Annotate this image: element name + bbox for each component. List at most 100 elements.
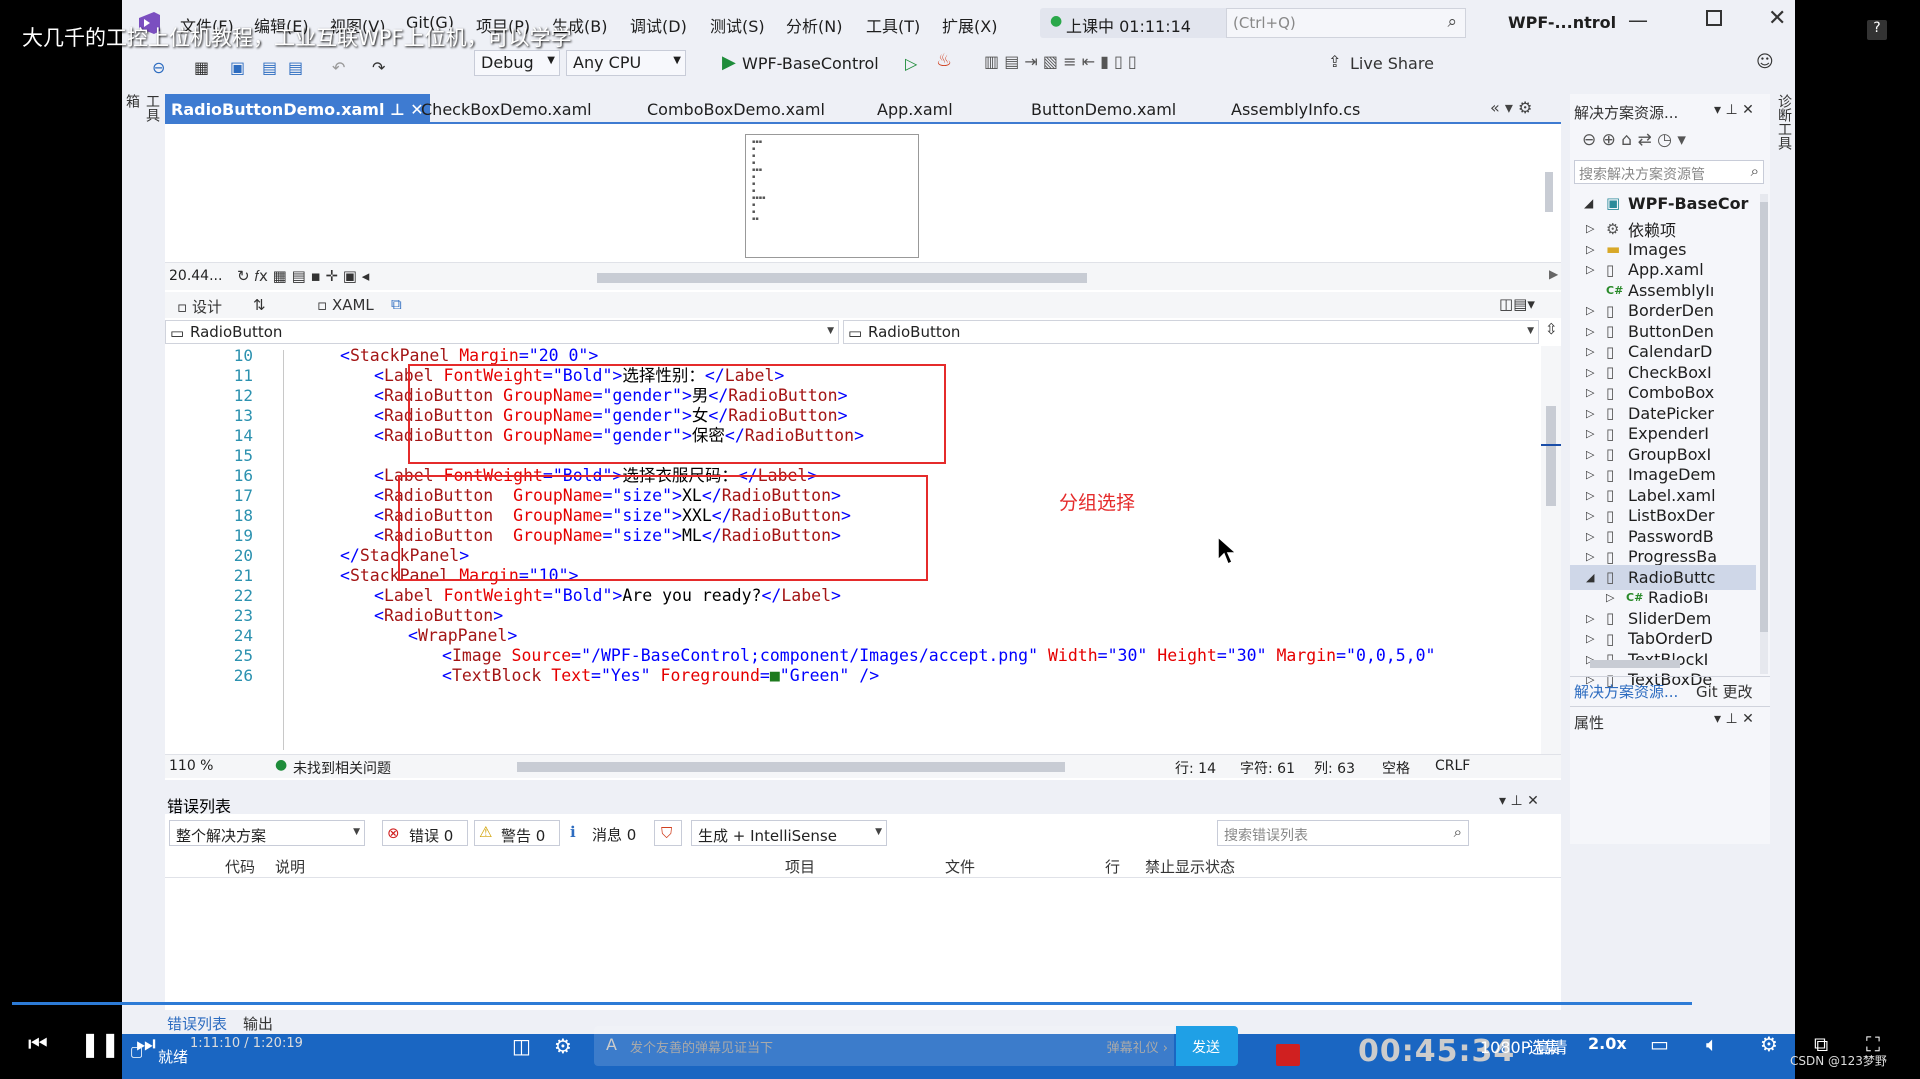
issues-status[interactable]: 未找到相关问题 bbox=[293, 758, 391, 778]
settings-icon[interactable]: ⚙ bbox=[1760, 1032, 1778, 1056]
speed-selector[interactable]: 2.0x bbox=[1588, 1034, 1627, 1053]
filter-icon[interactable]: ⛉ bbox=[654, 820, 682, 846]
run-without-debug-icon[interactable]: ▷ bbox=[905, 54, 917, 73]
popout-icon[interactable]: ⧉ bbox=[391, 295, 402, 313]
expand-arrow-icon[interactable]: ▷ bbox=[1586, 366, 1594, 379]
search-box[interactable]: (Ctrl+Q) ⌕ bbox=[1226, 8, 1466, 38]
messages-filter[interactable]: ℹ 消息 0 bbox=[566, 820, 646, 846]
tab-app-xaml[interactable]: App.xaml bbox=[871, 94, 959, 124]
split-icon[interactable]: ⇳ bbox=[1545, 320, 1558, 338]
video-progress-bar[interactable] bbox=[12, 1002, 1692, 1005]
expand-arrow-icon[interactable]: ▷ bbox=[1586, 386, 1594, 399]
danmaku-input[interactable]: A 发个友善的弹幕见证当下 弹幕礼仪 › bbox=[594, 1026, 1174, 1066]
editor-scroll-thumb[interactable] bbox=[1546, 406, 1556, 506]
build-filter-dropdown[interactable]: 生成 + IntelliSense ▼ bbox=[691, 820, 887, 846]
tab-git-changes[interactable]: Git 更改 bbox=[1696, 681, 1752, 702]
solution-project-node[interactable]: ◢ ▣ WPF-BaseCor bbox=[1570, 192, 1770, 217]
subtitle-icon[interactable]: ▭ bbox=[1650, 1032, 1669, 1056]
toolbar-tools-icon[interactable]: ▥ ▤ ⇥ ▧ ≡ ⇤ ▮ ▯ ▯ bbox=[984, 52, 1137, 71]
expand-arrow-icon[interactable]: ▷ bbox=[1586, 427, 1594, 440]
preview-scroll-thumb[interactable] bbox=[1545, 172, 1553, 212]
solution-config-icon[interactable]: ▦ bbox=[194, 56, 209, 78]
undo-icon[interactable]: ↶ bbox=[332, 56, 345, 78]
new-project-icon[interactable]: ▣ bbox=[230, 56, 245, 78]
expand-arrow-icon[interactable]: ◢ bbox=[1584, 196, 1593, 210]
tab-overflow-icons[interactable]: « ▾ ⚙ bbox=[1490, 98, 1532, 117]
menu-item[interactable]: 扩展(X) bbox=[942, 13, 997, 37]
collapse-arrow-icon[interactable]: ◢ bbox=[1586, 571, 1594, 584]
xaml-tab[interactable]: ▫ XAML bbox=[317, 296, 374, 314]
panel-controls-icons[interactable]: ▾ ⊥ ✕ bbox=[1714, 711, 1754, 727]
episodes-button[interactable]: 选集 bbox=[1528, 1034, 1560, 1058]
tab-solution-explorer[interactable]: 解决方案资源... bbox=[1574, 681, 1678, 702]
next-icon[interactable]: ⏭ bbox=[136, 1032, 156, 1057]
element-selector-right[interactable]: ▭ RadioButton ▼ bbox=[843, 320, 1539, 344]
panel-controls-icons[interactable]: ▾ ⊥ ✕ bbox=[1714, 102, 1754, 118]
expand-arrow-icon[interactable]: ▷ bbox=[1586, 407, 1594, 420]
back-icon[interactable]: ⊖ bbox=[152, 56, 165, 78]
expand-arrow-icon[interactable]: ▷ bbox=[1586, 612, 1594, 625]
menu-item[interactable]: 工具(T) bbox=[866, 13, 920, 37]
solution-toolbar-icons[interactable]: ⊖ ⊕ ⌂ ⇄ ◷ ▾ bbox=[1582, 130, 1686, 150]
expand-arrow-icon[interactable]: ▷ bbox=[1586, 263, 1594, 276]
whitespace-indicator[interactable]: 空格 bbox=[1382, 758, 1410, 778]
live-share-button[interactable]: Live Share bbox=[1350, 54, 1434, 73]
solution-hscroll-thumb[interactable] bbox=[1590, 660, 1680, 668]
errors-filter[interactable]: ⊗ 错误 0 bbox=[382, 820, 468, 846]
live-share-icon[interactable]: ⇪ bbox=[1328, 52, 1341, 71]
eol-indicator[interactable]: CRLF bbox=[1435, 758, 1470, 774]
tab-checkboxdemo-xaml[interactable]: CheckBoxDemo.xaml bbox=[415, 94, 598, 124]
pause-icon[interactable]: ❚❚ bbox=[80, 1030, 120, 1058]
solution-hscroll[interactable] bbox=[1574, 660, 1760, 670]
designer-preview-window[interactable]: ▪▪▪ ▪ ▪ ▪ ▪▪▪ ▪ ▪ ▪ ▪▪▪▪ ▪ ▪ ▪▪ bbox=[745, 134, 919, 258]
design-tab[interactable]: ▫ 设计 bbox=[177, 296, 222, 317]
designer-zoom[interactable]: 20.44... bbox=[169, 268, 222, 284]
menu-item[interactable]: 测试(S) bbox=[710, 13, 765, 37]
hot-reload-icon[interactable]: ♨ bbox=[936, 50, 952, 71]
error-column-header[interactable]: 禁止显示状态 bbox=[1145, 856, 1235, 877]
expand-arrow-icon[interactable]: ▷ bbox=[1586, 222, 1594, 235]
expand-arrow-icon[interactable]: ▷ bbox=[1586, 550, 1594, 563]
expand-arrow-icon[interactable]: ▷ bbox=[1586, 509, 1594, 522]
code-line[interactable]: <TextBlock Text="Yes" Foreground=■"Green… bbox=[442, 664, 879, 688]
tab-assemblyinfo-cs[interactable]: AssemblyInfo.cs bbox=[1225, 94, 1366, 124]
editor-vscroll[interactable] bbox=[1541, 346, 1561, 754]
menu-item[interactable]: 分析(N) bbox=[786, 13, 842, 37]
maximize-icon[interactable] bbox=[1706, 10, 1722, 26]
solution-vscroll[interactable] bbox=[1760, 194, 1768, 674]
preview-scrollbar[interactable] bbox=[1545, 132, 1553, 252]
editor-zoom[interactable]: 110 % bbox=[169, 758, 213, 774]
danmaku-etiquette-link[interactable]: 弹幕礼仪 › bbox=[1107, 1037, 1168, 1056]
config-dropdown[interactable]: Debug ▼ bbox=[474, 50, 560, 76]
tab-comboboxdemo-xaml[interactable]: ComboBoxDemo.xaml bbox=[641, 94, 831, 124]
error-search-box[interactable]: 搜索错误列表 ⌕ bbox=[1217, 820, 1469, 846]
close-icon[interactable]: ✕ bbox=[1768, 6, 1786, 31]
expand-arrow-icon[interactable]: ▷ bbox=[1586, 345, 1594, 358]
help-icon[interactable]: ? bbox=[1867, 20, 1887, 40]
tab-radiobuttondemo-xaml[interactable]: RadioButtonDemo.xaml ⊥ ✕ bbox=[165, 94, 430, 124]
designer-tool-icons[interactable]: ↻ 𝑓x ▦ ▤ ▪ ✛ ▣ ◂ bbox=[237, 267, 369, 285]
expand-arrow-icon[interactable]: ▷ bbox=[1586, 468, 1594, 481]
solution-scroll-thumb[interactable] bbox=[1760, 202, 1768, 632]
expand-arrow-icon[interactable]: ▷ bbox=[1586, 448, 1594, 461]
panel-controls-icons[interactable]: ▾ ⊥ ✕ bbox=[1499, 793, 1539, 809]
danmaku-toggle-icon[interactable]: ◫ bbox=[512, 1034, 531, 1058]
layout-toggle-icons[interactable]: ◫▤▾ bbox=[1499, 295, 1535, 313]
solution-search-box[interactable]: 搜索解决方案资源管 ⌕ bbox=[1574, 160, 1764, 184]
error-column-header[interactable]: 代码 bbox=[225, 856, 255, 877]
expand-arrow-icon[interactable]: ▷ bbox=[1586, 325, 1594, 338]
redo-icon[interactable]: ↷ bbox=[372, 56, 385, 78]
error-column-header[interactable]: 说明 bbox=[275, 856, 305, 877]
danmaku-settings-icon[interactable]: ⚙ bbox=[554, 1034, 572, 1058]
expand-arrow-icon[interactable]: ▷ bbox=[1586, 632, 1594, 645]
expand-arrow-icon[interactable]: ▷ bbox=[1606, 591, 1614, 604]
error-column-header[interactable]: 行 bbox=[1105, 856, 1120, 877]
error-scope-dropdown[interactable]: 整个解决方案 ▼ bbox=[169, 820, 365, 846]
volume-icon[interactable]: 🔈︎ bbox=[1706, 1032, 1718, 1056]
send-button[interactable]: 发送 bbox=[1176, 1026, 1238, 1066]
previous-icon[interactable]: ⏮ bbox=[28, 1032, 48, 1057]
expand-arrow-icon[interactable]: ▷ bbox=[1586, 304, 1594, 317]
element-selector-left[interactable]: ▭ RadioButton ▼ bbox=[165, 320, 839, 344]
platform-dropdown[interactable]: Any CPU ▼ bbox=[566, 50, 686, 76]
diagnostics-strip[interactable]: 诊断工具 bbox=[1774, 94, 1794, 164]
